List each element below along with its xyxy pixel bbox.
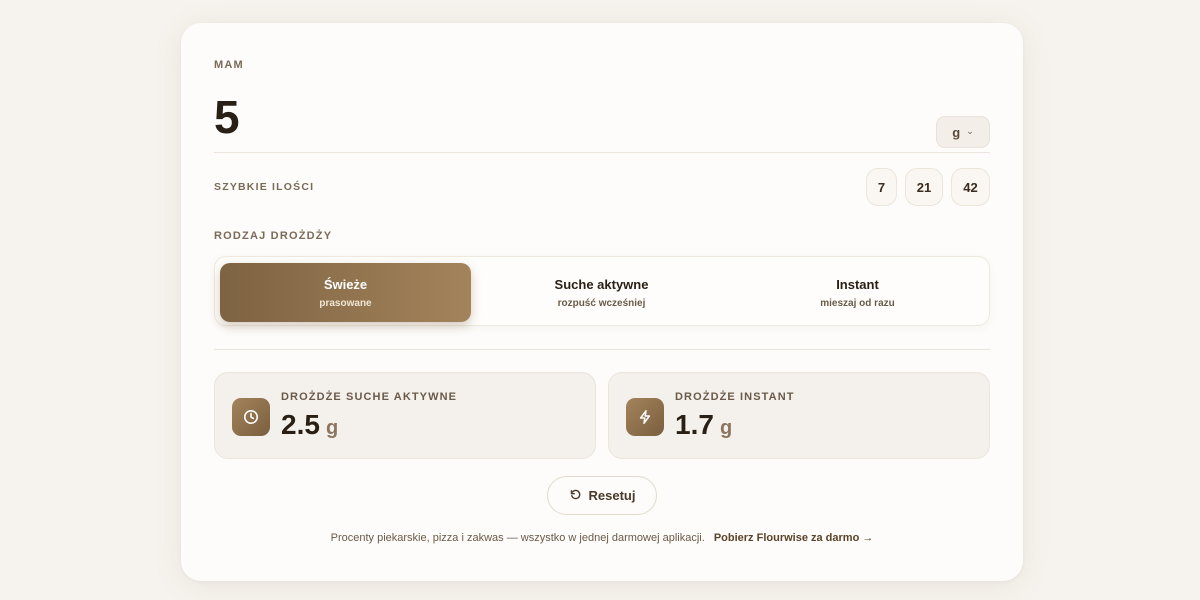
- yeast-option-instant[interactable]: Instant mieszaj od razu: [732, 263, 983, 322]
- amount-divider: [214, 152, 990, 153]
- yeast-option-subtitle: mieszaj od razu: [820, 297, 895, 309]
- result-unit: g: [719, 417, 733, 439]
- yeast-option-title: Suche aktywne: [554, 276, 649, 292]
- unit-select[interactable]: g ⌄: [936, 116, 990, 148]
- yeast-option-title: Instant: [836, 276, 879, 292]
- yeast-type-label: RODZAJ DROŻDŻY: [214, 230, 333, 242]
- lightning-icon: [626, 398, 664, 436]
- reset-icon: [569, 488, 582, 504]
- result-value: 2.5: [281, 409, 320, 440]
- result-label: DROŻDŻE INSTANT: [675, 391, 795, 403]
- quick-amount-button-21[interactable]: 21: [905, 168, 943, 206]
- amount-label: MAM: [214, 59, 244, 71]
- yeast-option-active-dry[interactable]: Suche aktywne rozpuść wcześniej: [476, 263, 727, 322]
- yeast-option-subtitle: prasowane: [319, 297, 372, 309]
- results-divider: [214, 349, 990, 350]
- result-value: 1.7: [675, 409, 714, 440]
- result-card-active-dry: DROŻDŻE SUCHE AKTYWNE 2.5 g: [214, 372, 596, 459]
- download-app-link[interactable]: Pobierz Flourwise za darmo →: [714, 532, 874, 544]
- yeast-option-fresh[interactable]: Świeże prasowane: [220, 263, 471, 322]
- converter-card: MAM 5 g ⌄ SZYBKIE ILOŚCI 7 21 42 RODZAJ …: [181, 23, 1023, 581]
- amount-input[interactable]: 5: [214, 89, 240, 145]
- yeast-type-selector: Świeże prasowane Suche aktywne rozpuść w…: [214, 256, 990, 326]
- yeast-option-subtitle: rozpuść wcześniej: [557, 297, 646, 309]
- quick-amount-button-7[interactable]: 7: [866, 168, 897, 206]
- yeast-option-title: Świeże: [323, 276, 368, 292]
- clock-icon: [232, 398, 270, 436]
- result-card-instant: DROŻDŻE INSTANT 1.7 g: [608, 372, 990, 459]
- footer: Procenty piekarskie, pizza i zakwas — ws…: [181, 532, 1023, 544]
- chevron-down-icon: ⌄: [966, 125, 974, 136]
- footer-text: Procenty piekarskie, pizza i zakwas — ws…: [330, 532, 705, 544]
- result-unit: g: [325, 417, 339, 439]
- reset-label: Resetuj: [588, 488, 636, 503]
- quick-amount-button-42[interactable]: 42: [951, 168, 990, 206]
- unit-value: g: [952, 124, 961, 140]
- quick-amounts-label: SZYBKIE ILOŚCI: [214, 181, 315, 193]
- result-label: DROŻDŻE SUCHE AKTYWNE: [281, 391, 458, 403]
- reset-button[interactable]: Resetuj: [547, 476, 657, 515]
